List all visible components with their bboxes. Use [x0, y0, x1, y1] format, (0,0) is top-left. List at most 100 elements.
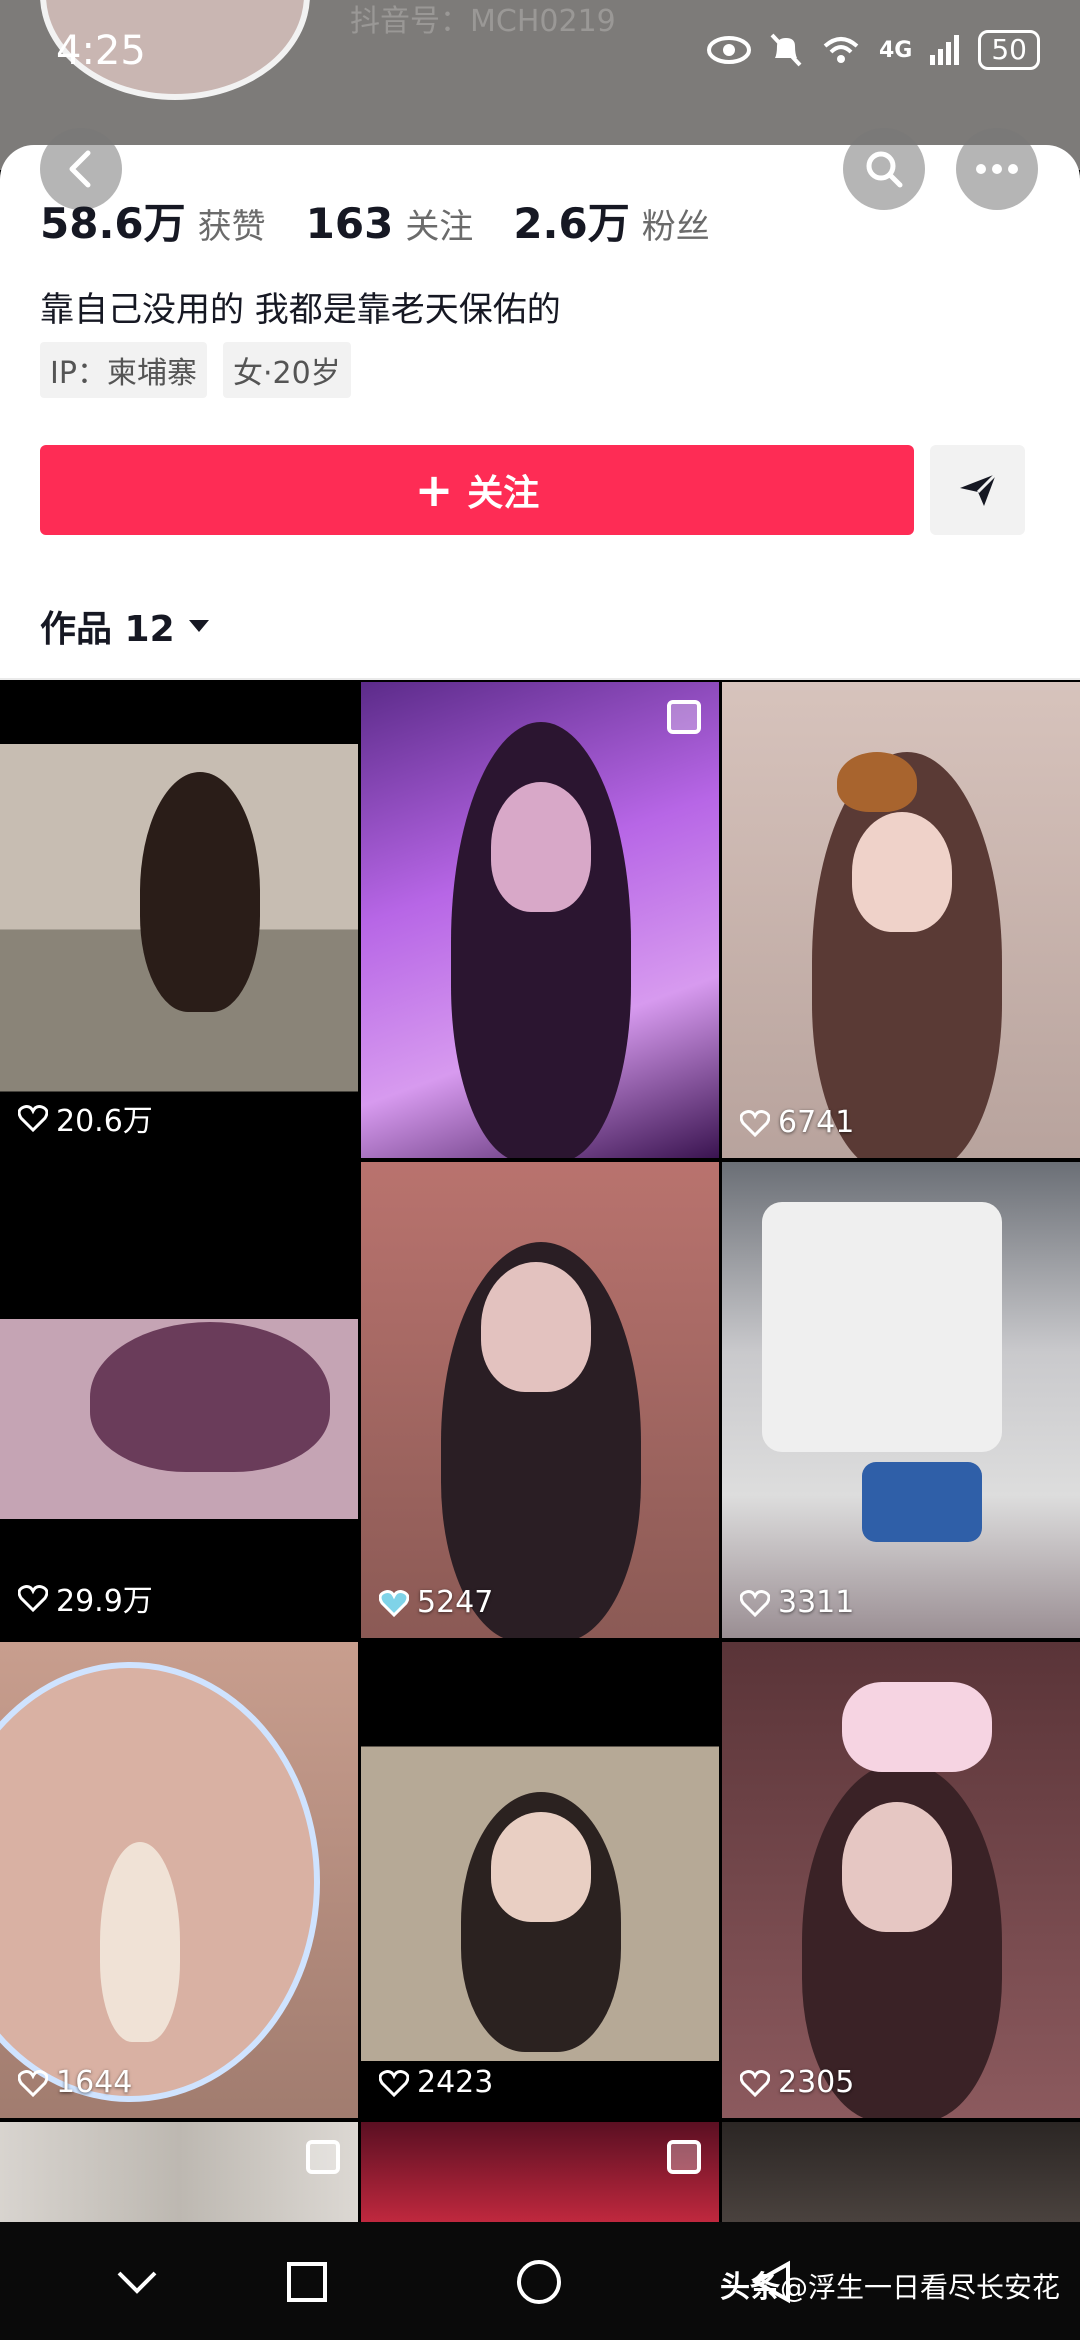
like-count: 6741	[740, 1105, 854, 1140]
like-count-text: 29.9万	[56, 1584, 153, 1619]
heart-icon	[379, 2069, 409, 2097]
eye-icon	[706, 36, 751, 64]
search-button[interactable]	[843, 128, 925, 210]
video-thumbnail[interactable]	[361, 2122, 719, 2222]
video-thumbnail[interactable]: 6741	[722, 682, 1080, 1158]
heart-icon	[18, 1105, 48, 1132]
stat-likes-number: 58.6万	[40, 199, 186, 248]
like-count-text: 1644	[56, 2065, 133, 2100]
thumbnail-image	[837, 752, 917, 812]
thumbnail-image	[0, 2122, 358, 2222]
stat-likes: 58.6万 获赞	[40, 190, 266, 251]
profile-bio: 靠自己没用的 我都是靠老天保佑的	[40, 290, 561, 330]
network-label: 4G	[878, 37, 913, 63]
like-count: 1644	[18, 2065, 132, 2100]
thumbnail-image	[842, 1802, 952, 1932]
more-button[interactable]	[956, 128, 1038, 210]
like-count-text: 20.6万	[56, 1104, 153, 1139]
stat-followers-number: 2.6万	[513, 199, 630, 248]
gender-age-tag: 女·20岁	[222, 342, 351, 398]
like-count-text: 6741	[778, 1105, 855, 1140]
heart-icon	[740, 1109, 770, 1137]
stat-following-label: 关注	[405, 207, 474, 247]
back-icon	[69, 150, 91, 188]
tab-works[interactable]: 作品 12	[40, 600, 211, 652]
heart-icon	[18, 1585, 48, 1612]
thumbnail-image	[491, 1812, 591, 1922]
video-thumbnail[interactable]	[0, 2122, 358, 2222]
watermark-brand: 头条	[720, 2270, 780, 2305]
ip-location-tag: IP：柬埔寨	[40, 342, 207, 398]
thumbnail-image	[862, 1462, 982, 1542]
nav-down-button[interactable]	[105, 2250, 169, 2314]
video-thumbnail[interactable]: 3311	[722, 1162, 1080, 1638]
video-thumbnail[interactable]: 2423	[361, 1642, 719, 2118]
stat-followers-label: 粉丝	[641, 207, 710, 247]
like-count: 5247	[379, 1585, 493, 1620]
thumbnail-image	[90, 1322, 330, 1472]
thumbnail-image	[722, 2122, 1080, 2222]
like-count-text: 3311	[778, 1585, 855, 1620]
video-thumbnail[interactable]: 20.6万	[0, 682, 358, 1158]
multi-image-icon	[667, 700, 701, 734]
profile-stats: 58.6万 获赞 163 关注 2.6万 粉丝	[40, 190, 710, 251]
square-icon	[287, 2262, 327, 2302]
multi-image-icon	[667, 2140, 701, 2174]
heart-icon	[740, 1589, 770, 1617]
video-thumbnail[interactable]	[722, 2122, 1080, 2222]
like-count-text: 5247	[417, 1585, 494, 1620]
watermark-author: @浮生一日看尽长安花	[780, 2271, 1061, 2304]
heart-icon	[740, 2069, 770, 2097]
video-thumbnail[interactable]: 1644	[0, 1642, 358, 2118]
video-thumbnail[interactable]: 2305	[722, 1642, 1080, 2118]
mute-bell-icon	[770, 33, 802, 67]
status-icons: 4G 50	[706, 30, 1040, 70]
status-time: 4:25	[56, 28, 146, 74]
profile-tags: IP：柬埔寨 女·20岁	[40, 342, 351, 398]
watermark: 头条@浮生一日看尽长安花	[720, 2262, 1060, 2306]
like-count: 2305	[740, 2065, 854, 2100]
thumbnail-image	[491, 782, 591, 912]
like-count-text: 2423	[417, 2065, 494, 2100]
battery-indicator: 50	[978, 30, 1040, 70]
like-count-text: 2305	[778, 2065, 855, 2100]
like-count: 3311	[740, 1585, 854, 1620]
circle-icon	[517, 2260, 561, 2304]
stat-followers[interactable]: 2.6万 粉丝	[513, 190, 709, 251]
divider	[0, 678, 1080, 680]
thumbnail-image	[842, 1682, 992, 1772]
thumbnail-image	[361, 2122, 719, 2222]
follow-button[interactable]: + 关注	[40, 445, 914, 535]
multi-image-icon	[306, 2140, 340, 2174]
plus-icon: +	[414, 463, 454, 517]
wifi-icon	[823, 37, 859, 63]
heart-icon	[379, 1589, 409, 1617]
heart-icon	[18, 2069, 48, 2097]
like-count: 20.6万	[18, 1096, 153, 1140]
stat-following[interactable]: 163 关注	[306, 199, 474, 248]
video-thumbnail[interactable]: 29.9万	[0, 1162, 358, 1638]
thumbnail-image	[852, 812, 952, 932]
thumbnail-image	[762, 1202, 1002, 1452]
like-count: 29.9万	[18, 1576, 153, 1620]
message-button[interactable]	[930, 445, 1025, 535]
thumbnail-image	[140, 772, 260, 1012]
send-icon	[959, 472, 997, 506]
search-icon	[866, 151, 903, 188]
more-icon	[976, 164, 1018, 174]
chevron-down-icon	[117, 2271, 157, 2294]
caret-down-icon	[188, 620, 209, 632]
video-thumbnail[interactable]: 5247	[361, 1162, 719, 1638]
video-thumbnail[interactable]	[361, 682, 719, 1158]
thumbnail-image	[100, 1842, 180, 2042]
thumbnail-image	[481, 1262, 591, 1392]
nav-home-button[interactable]	[507, 2250, 571, 2314]
stat-likes-label: 获赞	[197, 207, 266, 247]
tab-works-label: 作品 12	[40, 609, 175, 650]
nav-recents-button[interactable]	[275, 2250, 339, 2314]
douyin-id: 抖音号：MCH0219	[350, 4, 616, 39]
stat-following-number: 163	[305, 199, 394, 248]
signal-icon	[930, 35, 960, 65]
follow-label: 关注	[467, 473, 540, 514]
like-count: 2423	[379, 2065, 493, 2100]
